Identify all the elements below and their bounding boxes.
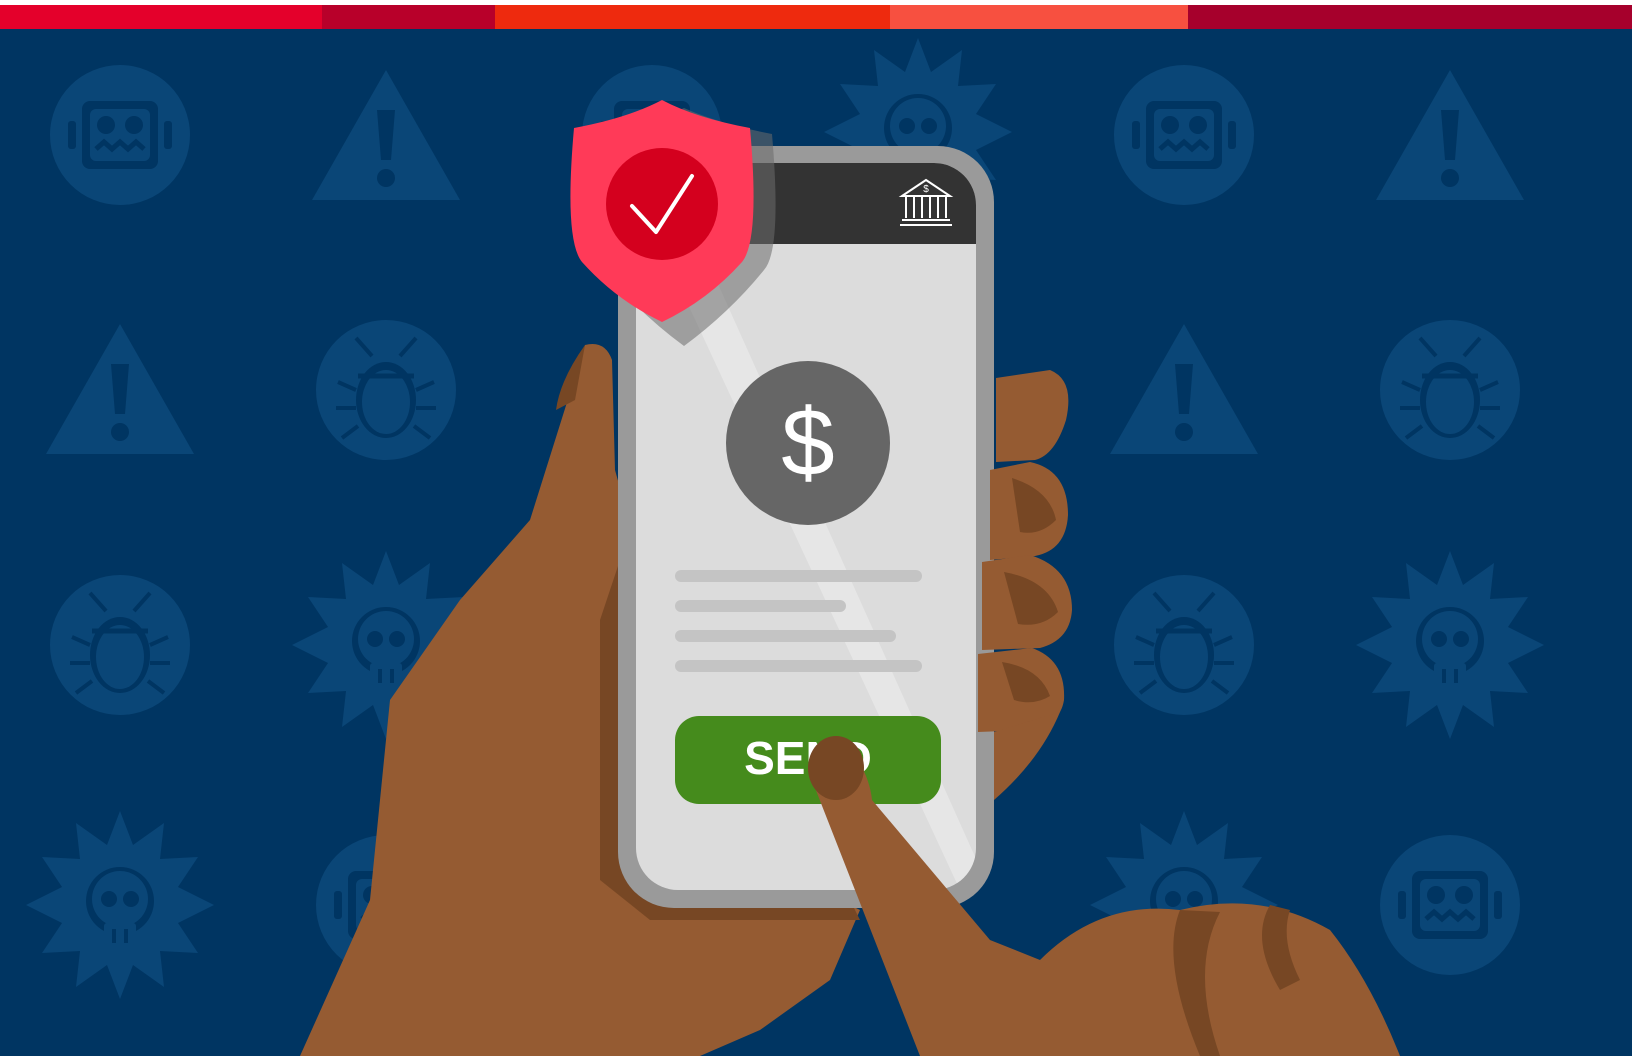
send-button[interactable]: SEND (675, 716, 941, 804)
fingertip (808, 736, 864, 800)
shield-inner-circle (606, 148, 718, 260)
bank-icon-dollar: $ (923, 184, 929, 195)
illustration: $ $ SEND (0, 0, 1632, 1056)
scene-svg: $ $ SEND (0, 29, 1632, 1056)
bug-icon (50, 575, 190, 715)
dollar-sign-icon: $ (781, 389, 834, 496)
robot-icon (50, 65, 190, 205)
bug-icon (1380, 320, 1520, 460)
bug-icon (316, 320, 456, 460)
bug-icon (1114, 575, 1254, 715)
robot-icon (1380, 835, 1520, 975)
robot-icon (1114, 65, 1254, 205)
